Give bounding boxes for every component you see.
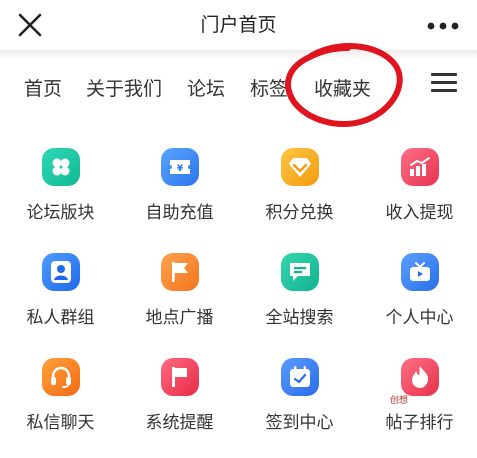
icon-tile [42, 358, 80, 396]
tab-about[interactable]: 关于我们 [86, 74, 162, 101]
user-icon [51, 261, 71, 283]
more-icon [427, 22, 459, 30]
grid-item-label: 全站搜索 [265, 308, 334, 328]
headset-icon [51, 366, 71, 388]
grid-item-private-groups[interactable]: 私人群组 [1, 237, 120, 337]
tab-home[interactable]: 首页 [24, 74, 62, 101]
flame-icon [412, 366, 429, 388]
menu-button[interactable] [431, 73, 457, 95]
clover-icon [52, 158, 70, 176]
watermark-stamp: 创想 [390, 396, 409, 406]
banner-icon [172, 367, 187, 387]
grid-item-label: 帖子排行 [385, 413, 454, 433]
grid-item-label: 地点广播 [145, 308, 214, 328]
calendar-icon [290, 366, 310, 387]
icon-tile [281, 358, 319, 396]
tab-tags[interactable]: 标签 [250, 74, 288, 101]
icon-tile [42, 253, 80, 291]
header-shadow [0, 50, 477, 60]
grid-item-label: 系统提醒 [145, 413, 214, 433]
menu-icon-line [431, 81, 457, 84]
tv-icon [410, 262, 430, 281]
icon-tile [281, 253, 319, 291]
menu-icon-line [431, 73, 457, 76]
menu-icon-line [431, 89, 457, 92]
tab-forum[interactable]: 论坛 [187, 74, 225, 101]
chart-icon [410, 157, 430, 176]
chat-icon [290, 263, 310, 281]
grid-item-site-search[interactable]: 全站搜索 [240, 237, 359, 337]
grid-item-checkin-center[interactable]: 签到中心 [240, 342, 359, 442]
grid-item-system-alerts[interactable]: 系统提醒 [120, 342, 239, 442]
grid-item-label: 个人中心 [385, 308, 454, 328]
title-bar: 门户首页 [0, 0, 477, 50]
icon-tile [401, 253, 439, 291]
grid-item-points-exchange[interactable]: 积分兑换 [240, 132, 359, 232]
grid-item-withdraw[interactable]: 收入提现 [360, 132, 477, 232]
tab-favorites[interactable]: 收藏夹 [314, 74, 371, 101]
tab-bar: 首页 关于我们 论坛 标签 收藏夹 [0, 60, 477, 168]
grid-item-label: 私人群组 [26, 308, 95, 328]
icon-tile [42, 148, 80, 186]
more-button[interactable] [423, 12, 463, 40]
grid-item-label: 自助充值 [145, 203, 214, 223]
grid-item-label: 签到中心 [265, 413, 334, 433]
icon-tile [161, 358, 199, 396]
svg-text:¥: ¥ [177, 164, 184, 174]
grid-item-label: 积分兑换 [265, 203, 334, 223]
icon-tile: ¥ [161, 148, 199, 186]
icon-tile [161, 253, 199, 291]
icon-tile [401, 358, 439, 396]
grid-item-private-chat[interactable]: 私信聊天 [1, 342, 120, 442]
grid-item-forum-sections[interactable]: 论坛版块 [1, 132, 120, 232]
gem-icon [289, 158, 311, 177]
icon-tile [401, 148, 439, 186]
grid-item-location-broadcast[interactable]: 地点广播 [120, 237, 239, 337]
grid-item-label: 收入提现 [385, 203, 454, 223]
grid-item-label: 私信聊天 [26, 413, 95, 433]
page-title: 门户首页 [200, 14, 277, 36]
grid-item-post-ranking[interactable]: 帖子排行 [360, 342, 477, 442]
ticket-icon: ¥ [170, 160, 190, 174]
grid-item-personal-center[interactable]: 个人中心 [360, 237, 477, 337]
grid-item-recharge[interactable]: ¥ 自助充值 [120, 132, 239, 232]
flag-icon [172, 262, 188, 282]
grid-item-label: 论坛版块 [26, 203, 95, 223]
icon-tile [281, 148, 319, 186]
